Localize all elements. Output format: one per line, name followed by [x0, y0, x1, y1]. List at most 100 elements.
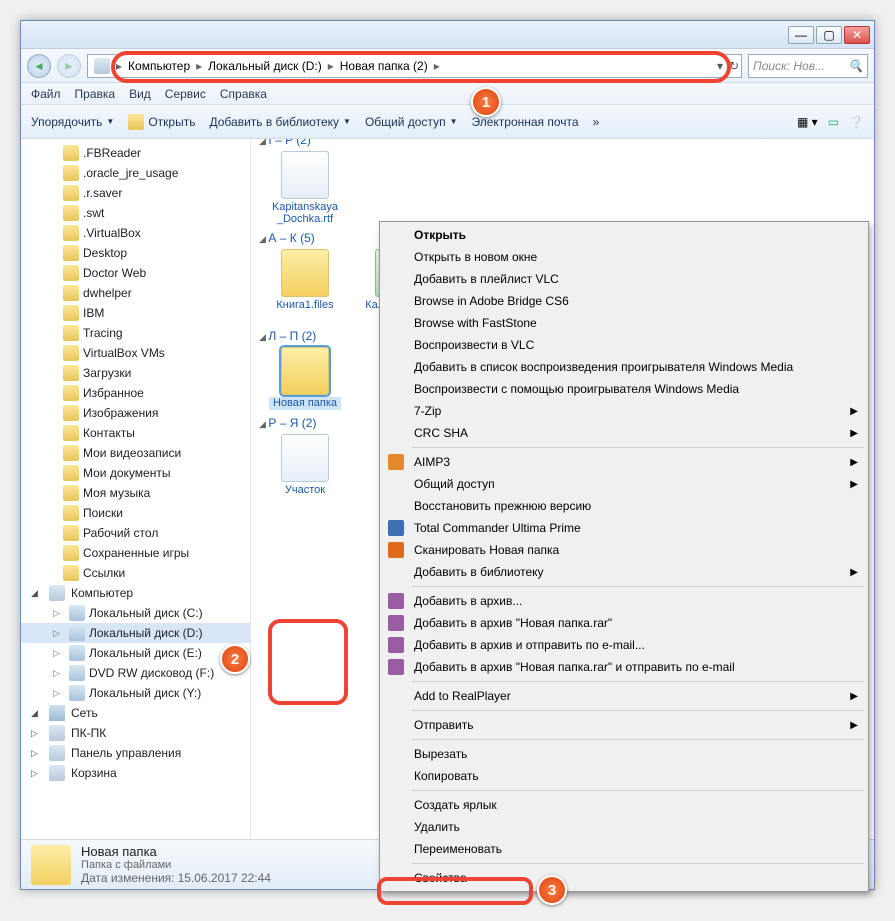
tree-folder[interactable]: Моя музыка: [21, 483, 250, 503]
group-header[interactable]: I – P (2): [255, 139, 870, 151]
tree-computer[interactable]: ◢Компьютер: [21, 583, 250, 603]
context-menu-item[interactable]: Создать ярлык: [382, 794, 866, 816]
menu-help[interactable]: Справка: [220, 87, 267, 101]
context-menu-item[interactable]: Воспроизвести с помощью проигрывателя Wi…: [382, 378, 866, 400]
context-menu-item[interactable]: Открыть: [382, 224, 866, 246]
open-button[interactable]: Открыть: [128, 114, 195, 130]
tree-folder[interactable]: dwhelper: [21, 283, 250, 303]
breadcrumb-item[interactable]: Новая папка (2): [336, 59, 432, 73]
nav-tree[interactable]: .FBReader.oracle_jre_usage.r.saver.swt.V…: [21, 139, 251, 839]
breadcrumb-item[interactable]: Компьютер: [124, 59, 194, 73]
context-menu-item[interactable]: Добавить в библиотеку▶: [382, 561, 866, 583]
tree-folder[interactable]: .r.saver: [21, 183, 250, 203]
back-button[interactable]: ◄: [27, 54, 51, 78]
context-menu-item[interactable]: Удалить: [382, 816, 866, 838]
context-menu-item[interactable]: Переименовать: [382, 838, 866, 860]
tree-folder[interactable]: Рабочий стол: [21, 523, 250, 543]
menu-tools[interactable]: Сервис: [165, 87, 206, 101]
context-menu-item[interactable]: Add to RealPlayer▶: [382, 685, 866, 707]
file-name: Участок: [269, 484, 341, 496]
tree-drive[interactable]: ▷Локальный диск (C:): [21, 603, 250, 623]
tree-folder[interactable]: .VirtualBox: [21, 223, 250, 243]
search-placeholder: Поиск: Нов...: [753, 59, 825, 73]
tree-folder[interactable]: Мои видеозаписи: [21, 443, 250, 463]
tree-folder[interactable]: VirtualBox VMs: [21, 343, 250, 363]
tree-folder[interactable]: Desktop: [21, 243, 250, 263]
tree-network[interactable]: ◢Сеть: [21, 703, 250, 723]
file-item[interactable]: Новая папка: [269, 347, 341, 409]
tree-folder[interactable]: IBM: [21, 303, 250, 323]
close-button[interactable]: ✕: [844, 26, 870, 44]
context-menu-item[interactable]: Свойства: [382, 867, 866, 889]
tree-cpanel[interactable]: ▷Панель управления: [21, 743, 250, 763]
email-button[interactable]: Электронная почта: [471, 115, 578, 129]
breadcrumb-item[interactable]: Локальный диск (D:): [204, 59, 326, 73]
file-item[interactable]: Книга1.files: [269, 249, 341, 323]
preview-pane-icon[interactable]: ▭: [828, 115, 839, 129]
context-menu-item[interactable]: Добавить в список воспроизведения проигр…: [382, 356, 866, 378]
view-icon[interactable]: ▦ ▾: [797, 115, 818, 129]
share-button[interactable]: Общий доступ▼: [365, 115, 458, 129]
address-bar[interactable]: ▸ Компьютер ▸ Локальный диск (D:) ▸ Нова…: [87, 54, 742, 78]
menu-file[interactable]: Файл: [31, 87, 61, 101]
tree-drive[interactable]: ▷Локальный диск (D:): [21, 623, 250, 643]
context-menu-item[interactable]: Вырезать: [382, 743, 866, 765]
context-menu-item[interactable]: Копировать: [382, 765, 866, 787]
tree-folder[interactable]: Ссылки: [21, 563, 250, 583]
address-dropdown-icon[interactable]: ▾: [717, 59, 723, 73]
tree-folder[interactable]: Doctor Web: [21, 263, 250, 283]
tree-folder[interactable]: Мои документы: [21, 463, 250, 483]
folder-icon: [63, 185, 79, 201]
menu-item-label: Добавить в архив "Новая папка.rar": [414, 616, 612, 630]
tree-drive[interactable]: ▷Локальный диск (E:): [21, 643, 250, 663]
tree-pc[interactable]: ▷ПК-ПК: [21, 723, 250, 743]
maximize-button[interactable]: ▢: [816, 26, 842, 44]
tree-label: Локальный диск (C:): [89, 606, 203, 620]
tree-drive[interactable]: ▷DVD RW дисковод (F:): [21, 663, 250, 683]
file-item[interactable]: Участок: [269, 434, 341, 496]
context-menu-item[interactable]: Добавить в архив "Новая папка.rar": [382, 612, 866, 634]
tree-folder[interactable]: Загрузки: [21, 363, 250, 383]
context-menu-item[interactable]: Browse in Adobe Bridge CS6: [382, 290, 866, 312]
tree-folder[interactable]: .FBReader: [21, 143, 250, 163]
context-menu: ОткрытьОткрыть в новом окнеДобавить в пл…: [379, 221, 869, 892]
context-menu-item[interactable]: Добавить в архив "Новая папка.rar" и отп…: [382, 656, 866, 678]
tree-folder[interactable]: Изображения: [21, 403, 250, 423]
context-menu-item[interactable]: Добавить в плейлист VLC: [382, 268, 866, 290]
folder-icon: [63, 385, 79, 401]
more-button[interactable]: »: [593, 115, 600, 129]
context-menu-item[interactable]: Browse with FastStone: [382, 312, 866, 334]
tree-folder[interactable]: Поиски: [21, 503, 250, 523]
context-menu-item[interactable]: 7-Zip▶: [382, 400, 866, 422]
tree-bin[interactable]: ▷Корзина: [21, 763, 250, 783]
context-menu-item[interactable]: Добавить в архив и отправить по e-mail..…: [382, 634, 866, 656]
context-menu-item[interactable]: AIMP3▶: [382, 451, 866, 473]
context-menu-item[interactable]: Добавить в архив...: [382, 590, 866, 612]
refresh-icon[interactable]: ↻: [729, 59, 739, 73]
context-menu-item[interactable]: Total Commander Ultima Prime: [382, 517, 866, 539]
context-menu-item[interactable]: CRC SHA▶: [382, 422, 866, 444]
tree-folder[interactable]: .oracle_jre_usage: [21, 163, 250, 183]
file-item[interactable]: Kapitanskaya_Dochka.rtf: [269, 151, 341, 225]
tree-drive[interactable]: ▷Локальный диск (Y:): [21, 683, 250, 703]
menu-view[interactable]: Вид: [129, 87, 151, 101]
tree-folder[interactable]: Контакты: [21, 423, 250, 443]
search-input[interactable]: Поиск: Нов... 🔍: [748, 54, 868, 78]
menu-edit[interactable]: Правка: [75, 87, 116, 101]
context-menu-item[interactable]: Восстановить прежнюю версию: [382, 495, 866, 517]
menu-item-label: Добавить в архив...: [414, 594, 522, 608]
context-menu-item[interactable]: Открыть в новом окне: [382, 246, 866, 268]
organize-button[interactable]: Упорядочить▼: [31, 115, 114, 129]
context-menu-item[interactable]: Общий доступ▶: [382, 473, 866, 495]
context-menu-item[interactable]: Воспроизвести в VLC: [382, 334, 866, 356]
tree-folder[interactable]: Сохраненные игры: [21, 543, 250, 563]
help-icon[interactable]: ❔: [849, 115, 864, 129]
tree-folder[interactable]: .swt: [21, 203, 250, 223]
tree-folder[interactable]: Избранное: [21, 383, 250, 403]
context-menu-item[interactable]: Отправить▶: [382, 714, 866, 736]
add-library-button[interactable]: Добавить в библиотеку▼: [209, 115, 350, 129]
context-menu-item[interactable]: Сканировать Новая папка: [382, 539, 866, 561]
forward-button[interactable]: ►: [57, 54, 81, 78]
minimize-button[interactable]: —: [788, 26, 814, 44]
tree-folder[interactable]: Tracing: [21, 323, 250, 343]
